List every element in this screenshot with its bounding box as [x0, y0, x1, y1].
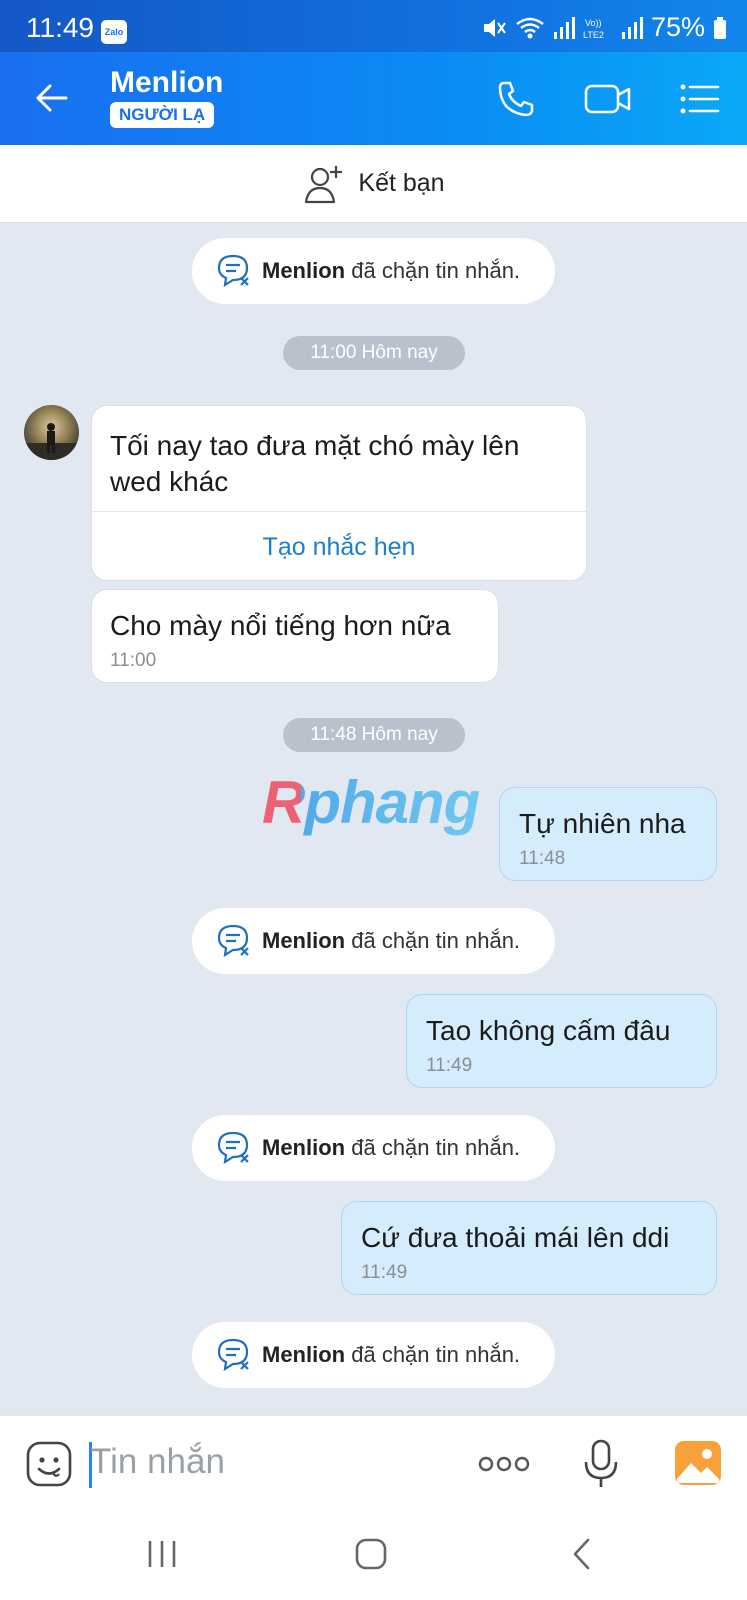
- system-nav-bar: [0, 1511, 747, 1600]
- watermark-logo: Rphang: [262, 769, 480, 836]
- volte-icon: Vo)) LTE2: [583, 18, 604, 40]
- message-text: Cho mày nổi tiếng hơn nữa: [110, 610, 451, 641]
- top-area: 11:49 Zalo Vo)) LTE2 75% Menlion NGƯỜI L…: [0, 0, 747, 145]
- status-time: 11:49: [26, 12, 94, 43]
- outgoing-message[interactable]: Cứ đưa thoải mái lên ddi 11:49: [341, 1201, 717, 1295]
- home-icon[interactable]: [354, 1537, 388, 1571]
- menu-list-icon[interactable]: [678, 77, 722, 121]
- status-icons: Vo)) LTE2 75%: [481, 12, 727, 43]
- status-bar: 11:49 Zalo Vo)) LTE2 75%: [0, 0, 747, 52]
- wifi-icon: [516, 17, 544, 38]
- blocked-message-icon: [217, 1131, 249, 1165]
- signal-icon-1: [553, 16, 575, 39]
- more-options-icon[interactable]: [478, 1454, 530, 1474]
- blocked-text: Menlion đã chặn tin nhắn.: [262, 1135, 521, 1160]
- blocked-notice: Menlion đã chặn tin nhắn.: [192, 1115, 555, 1181]
- signal-icon-2: [621, 16, 643, 39]
- outgoing-message[interactable]: Tao không cấm đâu 11:49: [406, 994, 717, 1088]
- incoming-message[interactable]: Cho mày nổi tiếng hơn nữa 11:00: [91, 589, 499, 683]
- blocked-text: Menlion đã chặn tin nhắn.: [262, 1342, 521, 1367]
- message-text: Cứ đưa thoải mái lên ddi: [361, 1222, 670, 1253]
- add-friend-button[interactable]: Kết bạn: [0, 145, 747, 223]
- battery-icon: [714, 16, 726, 39]
- blocked-message-icon: [217, 1338, 249, 1372]
- mute-icon: [483, 18, 506, 37]
- message-text-line1: Tối nay tao đưa mặt chó mày lên: [110, 430, 520, 461]
- recent-apps-icon[interactable]: [145, 1539, 179, 1569]
- incoming-message[interactable]: Tối nay tao đưa mặt chó mày lên wed khác…: [91, 405, 587, 581]
- microphone-icon[interactable]: [582, 1438, 620, 1490]
- blocked-message-icon: [217, 254, 249, 288]
- stranger-badge: NGƯỜI LẠ: [110, 102, 215, 128]
- chat-header: Menlion NGƯỜI LẠ: [0, 52, 747, 145]
- svg-text:Vo)): Vo)): [585, 18, 602, 28]
- message-text-line2: wed khác: [110, 466, 229, 497]
- blocked-notice: Menlion đã chặn tin nhắn.: [192, 1322, 555, 1388]
- blocked-notice: Menlion đã chặn tin nhắn.: [192, 908, 555, 974]
- back-nav-icon[interactable]: [570, 1537, 592, 1571]
- contact-name[interactable]: Menlion: [110, 66, 223, 100]
- blocked-notice: Menlion đã chặn tin nhắn.: [192, 238, 555, 304]
- message-text: Tao không cấm đâu: [426, 1015, 671, 1046]
- time-divider: 11:00 Hôm nay: [283, 336, 465, 370]
- blocked-message-icon: [217, 924, 249, 958]
- message-time: 11:49: [361, 1262, 408, 1283]
- outgoing-message[interactable]: Tự nhiên nha 11:48: [499, 787, 717, 881]
- message-time: 11:49: [426, 1055, 473, 1076]
- blocked-text: Menlion đã chặn tin nhắn.: [262, 928, 521, 953]
- phone-call-icon[interactable]: [494, 77, 538, 121]
- message-input[interactable]: Tin nhắn: [90, 1442, 225, 1482]
- add-friend-label: Kết bạn: [358, 169, 445, 197]
- create-reminder-button[interactable]: Tạo nhắc hẹn: [92, 511, 586, 581]
- battery-percent: 75%: [650, 12, 705, 42]
- contact-avatar[interactable]: [24, 405, 79, 460]
- svg-text:LTE2: LTE2: [583, 30, 604, 40]
- sticker-emoji-icon[interactable]: [25, 1440, 73, 1488]
- video-call-icon[interactable]: [583, 77, 633, 121]
- blocked-text: Menlion đã chặn tin nhắn.: [262, 258, 521, 283]
- add-friend-icon: [305, 165, 343, 203]
- message-input-bar: Tin nhắn: [0, 1415, 747, 1511]
- message-text: Tự nhiên nha: [519, 808, 686, 839]
- image-gallery-icon[interactable]: [673, 1439, 723, 1487]
- message-time: 11:00: [110, 650, 157, 671]
- zalo-notification-icon: Zalo: [101, 20, 127, 44]
- back-arrow-icon[interactable]: [32, 78, 72, 118]
- time-divider: 11:48 Hôm nay: [283, 718, 465, 752]
- message-time: 11:48: [519, 848, 566, 869]
